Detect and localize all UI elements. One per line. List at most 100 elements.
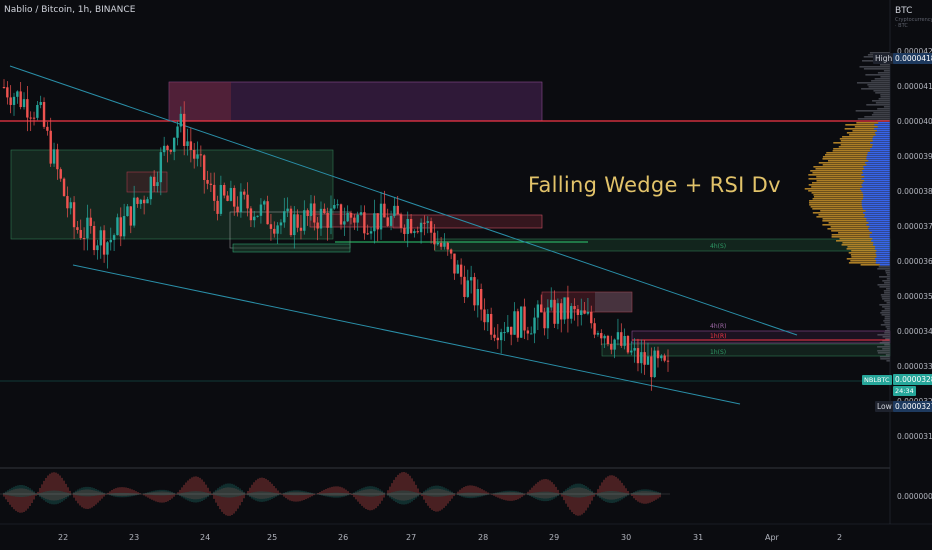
candle-body: [249, 208, 253, 221]
volume-bar: [872, 100, 890, 102]
volume-bar: [885, 270, 890, 272]
candle-body: [59, 169, 62, 179]
candle-body: [126, 206, 129, 217]
price-tick-label: 0.00004100: [897, 82, 932, 91]
volume-bar-poc: [876, 250, 890, 252]
candle-body: [39, 102, 42, 105]
candle-body: [9, 97, 12, 105]
candle-body: [606, 335, 610, 345]
volume-bar-poc: [871, 232, 890, 234]
time-tick-label: 24: [200, 533, 211, 542]
volume-bar: [877, 350, 890, 352]
candle-body: [536, 304, 540, 318]
candle-body: [583, 310, 586, 314]
candle-body: [109, 239, 112, 243]
volume-bar: [875, 92, 890, 94]
candle-body: [379, 203, 383, 230]
candle-body: [620, 332, 623, 346]
volume-bar: [866, 104, 890, 106]
candle-body: [149, 176, 153, 200]
candle-body: [563, 297, 566, 320]
candle-body: [223, 184, 226, 196]
volume-bar: [856, 82, 890, 84]
volume-bar: [884, 282, 890, 284]
candle-body: [166, 145, 169, 151]
time-tick-label: 2: [837, 533, 843, 542]
candle-body: [62, 178, 66, 197]
candle-body: [399, 214, 403, 229]
candle-body: [643, 352, 646, 365]
candle-body: [540, 304, 543, 313]
volume-bar-poc: [866, 158, 890, 160]
candle-body: [49, 130, 52, 164]
volume-bar: [884, 300, 890, 302]
volume-bar: [884, 332, 890, 334]
supply-zone-upper-left: [169, 82, 231, 121]
candle-body: [353, 217, 356, 223]
candle-body: [550, 299, 553, 308]
candle-body: [386, 217, 389, 226]
candle-body: [229, 187, 233, 201]
countdown-tag: 24:34: [893, 386, 916, 396]
candle-body: [423, 222, 426, 224]
candle-body: [513, 311, 516, 335]
volume-bar-poc: [876, 260, 890, 262]
volume-bar: [877, 72, 890, 74]
volume-bar: [877, 346, 890, 348]
candle-body: [72, 202, 76, 228]
price-chart[interactable]: 4h(S) 4h(R) 1h(R) 1h(S): [0, 0, 932, 550]
volume-bar: [881, 314, 890, 316]
price-tick-label: 0.00003600: [897, 257, 932, 266]
candle-body: [326, 213, 329, 228]
candle-body: [576, 309, 580, 315]
candle-body: [122, 216, 126, 237]
volume-bar-poc: [863, 166, 890, 168]
volume-bar-poc: [868, 228, 890, 230]
candle-body: [406, 218, 409, 234]
volume-bar-poc: [875, 134, 890, 136]
volume-bar: [883, 320, 890, 322]
annotation-text[interactable]: Falling Wedge + RSI Dv: [528, 173, 781, 197]
candle-body: [299, 227, 303, 231]
candle-body: [463, 276, 466, 297]
candle-body: [106, 242, 109, 255]
volume-bar: [882, 306, 890, 308]
candle-body: [76, 227, 79, 230]
volume-bar-poc: [861, 190, 890, 192]
candle-body: [152, 176, 156, 187]
volume-bar-poc: [866, 164, 890, 166]
candle-body: [393, 205, 396, 216]
candle-body: [436, 242, 439, 245]
candle-body: [283, 211, 286, 223]
candle-body: [279, 222, 283, 226]
candle-body: [666, 360, 670, 362]
candle-body: [333, 205, 336, 209]
symbol-header[interactable]: Nablio / Bitcoin, 1h, BINANCE: [4, 5, 135, 15]
volume-bar-poc: [862, 186, 890, 188]
candle-body: [319, 208, 323, 229]
candle-body: [216, 200, 219, 214]
candle-body: [82, 238, 86, 240]
candle-body: [289, 208, 293, 236]
candle-body: [139, 199, 143, 204]
volume-bar-poc: [876, 256, 890, 258]
candle-body: [263, 201, 266, 205]
candle-body: [566, 297, 570, 319]
candle-body: [2, 87, 6, 88]
volume-bar-poc: [864, 216, 890, 218]
candle-body: [389, 215, 393, 226]
volume-bar-poc: [865, 210, 890, 212]
candle-body: [506, 326, 510, 333]
candle-body: [419, 222, 423, 233]
candle-body: [543, 312, 546, 329]
volume-bar-poc: [872, 138, 890, 140]
volume-bar: [878, 98, 890, 100]
volume-bar: [857, 118, 890, 120]
candle-body: [226, 195, 229, 201]
volume-bar: [882, 336, 890, 338]
green-box-1: [232, 243, 351, 253]
candle-body: [553, 299, 556, 324]
candle-body: [449, 249, 453, 254]
volume-bar-poc: [862, 206, 890, 208]
volume-bar: [884, 322, 890, 324]
